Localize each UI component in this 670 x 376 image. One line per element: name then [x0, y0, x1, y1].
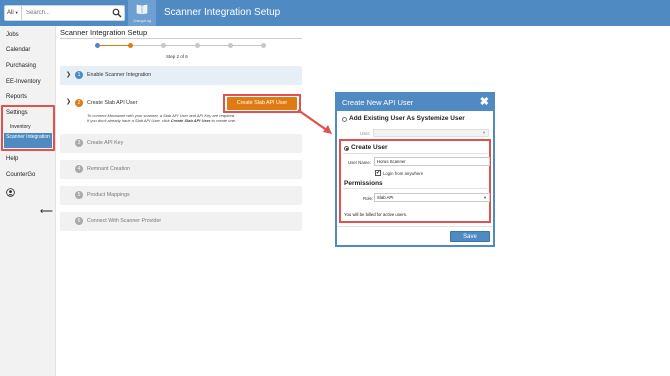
username-field[interactable]: Horus Scanner	[374, 157, 490, 166]
sidebar: Jobs Calendar Purchasing EE-Inventory Re…	[0, 26, 56, 376]
modal-title: Create New API User	[342, 98, 414, 107]
step-label: Product Mappings	[87, 192, 130, 198]
step-number-badge: 3	[75, 139, 83, 147]
chevron-down-icon[interactable]: ❯	[66, 98, 71, 105]
step-number-badge: 5	[75, 191, 83, 199]
sidebar-item-ee-inventory[interactable]: EE-Inventory	[6, 79, 41, 85]
search-scope-dropdown[interactable]: All▼	[5, 6, 22, 20]
role-select[interactable]: Slab API ▼	[374, 193, 490, 202]
save-button[interactable]: Save	[450, 231, 490, 242]
search-box: All▼	[4, 5, 125, 21]
existing-user-select[interactable]: ▼	[373, 129, 489, 137]
search-input[interactable]	[24, 6, 112, 20]
page-heading: Scanner Integration Setup	[164, 7, 281, 18]
login-anywhere-label: Login from anywhere	[383, 171, 424, 176]
create-user-radio[interactable]	[344, 146, 349, 151]
create-user-section: Create User User Name: Horus Scanner ✔ L…	[339, 139, 491, 223]
billing-note: You will be billed for active users.	[344, 212, 408, 217]
changelog-label: ChangeLog	[132, 19, 152, 23]
step-number-badge: 2	[75, 99, 83, 107]
top-bar: All▼ ChangeLog Scanner Integration Setup	[0, 0, 670, 26]
stepper-dot	[95, 43, 100, 48]
sidebar-item-help[interactable]: Help	[6, 156, 18, 162]
progress-stepper	[93, 42, 267, 50]
help-line-2-bold: Create Slab API User	[170, 118, 211, 124]
close-icon[interactable]: ✖	[480, 96, 489, 108]
chevron-down-icon: ▼	[483, 195, 487, 200]
collapse-sidebar-arrow-icon[interactable]: ⟵	[40, 206, 53, 217]
sidebar-item-countergo[interactable]: CounterGo	[6, 172, 35, 178]
step-number-badge: 6	[75, 217, 83, 225]
step-row-3[interactable]: 3 Create API Key	[60, 134, 302, 153]
chevron-down-icon: ▼	[482, 130, 486, 135]
radio-selected-dot	[346, 148, 348, 150]
sidebar-item-calendar[interactable]: Calendar	[6, 47, 30, 53]
permissions-heading: Permissions	[344, 180, 383, 187]
stepper-dot	[161, 43, 167, 48]
step-number-badge: 4	[75, 165, 83, 173]
settings-highlight-box	[1, 105, 55, 151]
create-user-option-label[interactable]: Create User	[351, 144, 388, 151]
step-label: Remnant Creation	[87, 166, 130, 172]
modal-footer-divider	[337, 226, 493, 227]
title-divider	[60, 38, 302, 39]
app-root: All▼ ChangeLog Scanner Integration Setup…	[0, 0, 670, 376]
create-api-user-modal: Create New API User ✖ Add Existing User …	[335, 92, 495, 247]
user-avatar-icon[interactable]	[6, 188, 15, 197]
stepper-progress	[97, 45, 131, 46]
step-label: Connect With Scanner Provider	[87, 218, 162, 224]
sidebar-item-jobs[interactable]: Jobs	[6, 32, 19, 38]
chevron-down-icon: ▼	[14, 10, 19, 15]
search-icon[interactable]	[112, 8, 122, 18]
step-row-5[interactable]: 5 Product Mappings	[60, 186, 302, 205]
annotation-arrow-icon	[297, 109, 332, 134]
role-value: Slab API	[377, 195, 394, 200]
existing-user-radio[interactable]	[342, 117, 347, 122]
stepper-dot	[128, 43, 134, 48]
step-label: Create Slab API User	[87, 100, 138, 106]
step-row-6[interactable]: 6 Connect With Scanner Provider	[60, 212, 302, 231]
step-label: Enable Scanner Integration	[87, 72, 152, 78]
role-label: Role:	[363, 196, 374, 201]
sidebar-item-purchasing[interactable]: Purchasing	[6, 63, 36, 69]
step-row-4[interactable]: 4 Remnant Creation	[60, 160, 302, 179]
stepper-dot	[194, 43, 200, 48]
create-button-highlight-box	[223, 94, 301, 113]
step-row-1[interactable]: ❯ 1 Enable Scanner Integration	[60, 66, 302, 85]
user-field-label: User:	[360, 131, 371, 136]
modal-header: Create New API User ✖	[337, 94, 493, 111]
help-line-2: If you don't already have a Slab API Use…	[87, 118, 267, 123]
username-label: User Name:	[348, 160, 371, 165]
chevron-right-icon: ❯	[66, 72, 72, 78]
book-icon	[136, 4, 148, 15]
step-label: Create API Key	[87, 140, 124, 146]
step-2-help-text: To connect Moraware with your scanner, a…	[87, 113, 267, 124]
existing-user-option-label[interactable]: Add Existing User As Systemize User	[349, 115, 465, 122]
sidebar-item-reports[interactable]: Reports	[6, 94, 27, 100]
stepper-dot	[261, 43, 266, 48]
main-title: Scanner Integration Setup	[60, 28, 148, 37]
step-number-badge: 1	[75, 71, 83, 79]
help-line-2-suffix: to create one.	[210, 118, 237, 124]
section-divider	[343, 153, 487, 154]
stepper-dot	[227, 43, 233, 48]
changelog-button[interactable]: ChangeLog	[128, 0, 156, 26]
search-scope-label: All	[7, 10, 14, 16]
section-divider	[343, 188, 487, 189]
help-line-2-prefix: If you don't already have a Slab API Use…	[87, 118, 171, 124]
step-caption: Step 2 of 6	[166, 54, 188, 59]
login-anywhere-checkbox[interactable]: ✔	[375, 170, 381, 176]
